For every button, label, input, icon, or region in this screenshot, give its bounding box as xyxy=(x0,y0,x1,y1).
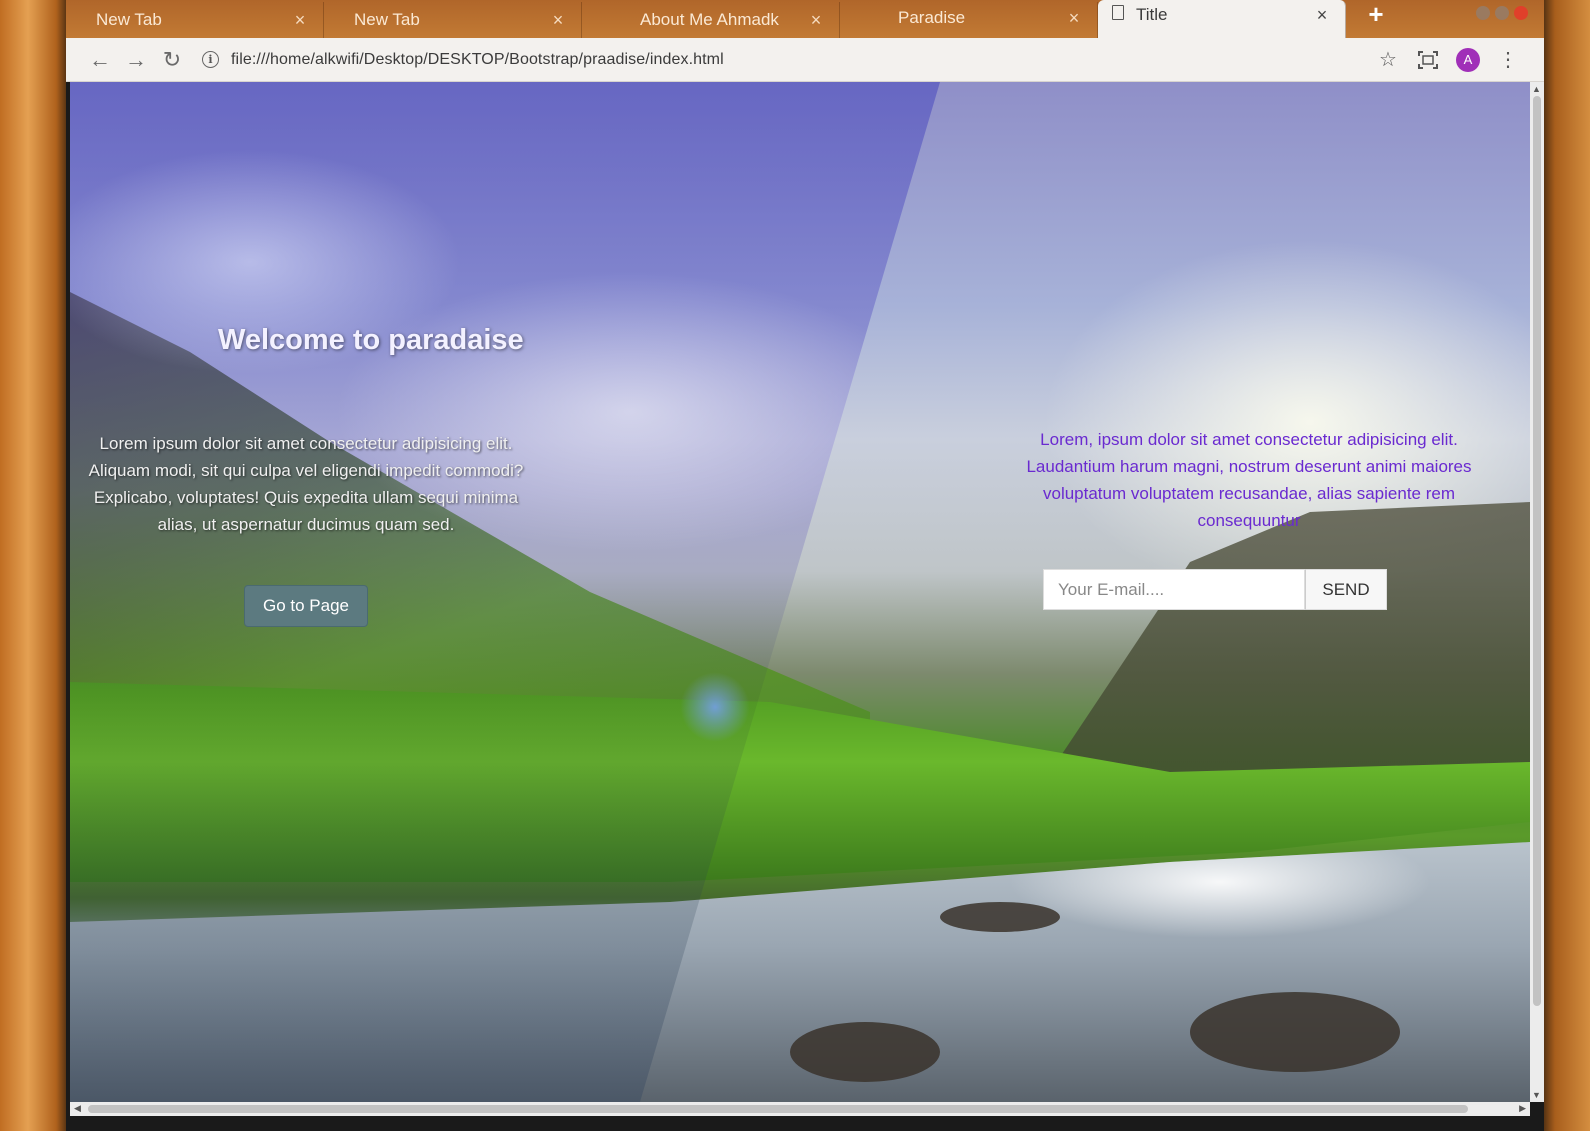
newsletter-paragraph: Lorem, ipsum dolor sit amet consectetur … xyxy=(1026,430,1472,530)
address-bar[interactable]: i file:///home/alkwifi/Desktop/DESKTOP/B… xyxy=(202,51,1368,69)
new-tab-button[interactable]: + xyxy=(1356,0,1396,29)
close-icon[interactable]: × xyxy=(549,10,567,31)
hero-paragraph: Lorem ipsum dolor sit amet consectetur a… xyxy=(88,434,524,534)
tab-about-me[interactable]: About Me Ahmadk × xyxy=(582,2,840,38)
tab-title-active[interactable]: Title × xyxy=(1098,0,1346,38)
email-field[interactable] xyxy=(1043,569,1305,610)
scroll-right-icon[interactable]: ▶ xyxy=(1519,1103,1526,1114)
maximize-icon[interactable] xyxy=(1495,6,1509,20)
scroll-down-icon[interactable]: ▼ xyxy=(1532,1090,1541,1100)
forward-arrow-icon[interactable]: → xyxy=(118,42,154,78)
avatar: A xyxy=(1456,47,1480,72)
page-viewport: Welcome to paradaise Lorem ipsum dolor s… xyxy=(70,82,1530,1102)
minimize-icon[interactable] xyxy=(1476,6,1490,20)
reload-icon[interactable]: ↻ xyxy=(154,42,190,78)
tab-paradise[interactable]: Paradise × xyxy=(840,2,1098,38)
background-rock xyxy=(940,902,1060,932)
url-text[interactable]: file:///home/alkwifi/Desktop/DESKTOP/Boo… xyxy=(231,51,724,69)
tab-strip: New Tab × New Tab × About Me Ahmadk × Pa… xyxy=(66,0,1544,38)
profile-button[interactable]: A xyxy=(1448,42,1488,78)
tab-title: New Tab xyxy=(354,10,420,29)
star-icon[interactable]: ☆ xyxy=(1368,42,1408,78)
tab-title: Title xyxy=(1136,5,1168,24)
scroll-left-icon[interactable]: ◀ xyxy=(74,1103,81,1114)
window-close-icon[interactable] xyxy=(1514,6,1528,20)
lens-flare xyxy=(680,672,750,742)
horizontal-scrollbar[interactable]: ◀ ▶ xyxy=(70,1102,1530,1116)
email-form: SEND xyxy=(1043,569,1387,610)
document-icon xyxy=(1112,5,1124,20)
send-button[interactable]: SEND xyxy=(1305,569,1387,610)
background-rock xyxy=(790,1022,940,1082)
tab-new-tab-1[interactable]: New Tab × xyxy=(66,2,324,38)
close-icon[interactable]: × xyxy=(807,10,825,31)
window-controls xyxy=(1476,6,1528,20)
background-mountain-right xyxy=(1030,502,1530,802)
back-arrow-icon[interactable]: ← xyxy=(82,42,118,78)
horizontal-scroll-thumb[interactable] xyxy=(88,1105,1468,1113)
close-icon[interactable]: × xyxy=(1065,8,1083,29)
vertical-scrollbar[interactable]: ▲ ▼ xyxy=(1530,82,1544,1102)
kebab-menu-icon[interactable]: ⋮ xyxy=(1488,42,1528,78)
tab-title: About Me Ahmadk xyxy=(640,10,779,29)
vertical-scroll-thumb[interactable] xyxy=(1533,96,1541,1006)
go-to-page-button[interactable]: Go to Page xyxy=(244,585,368,627)
tab-title: New Tab xyxy=(96,10,162,29)
capture-icon[interactable] xyxy=(1408,42,1448,78)
monitor-bezel-right xyxy=(1540,0,1590,1131)
browser-window: New Tab × New Tab × About Me Ahmadk × Pa… xyxy=(66,0,1544,1131)
tab-new-tab-2[interactable]: New Tab × xyxy=(324,2,582,38)
monitor-bezel-left xyxy=(0,0,70,1131)
browser-toolbar: ← → ↻ i file:///home/alkwifi/Desktop/DES… xyxy=(66,38,1544,82)
info-icon[interactable]: i xyxy=(202,51,219,68)
close-icon[interactable]: × xyxy=(291,10,309,31)
scroll-up-icon[interactable]: ▲ xyxy=(1532,84,1541,94)
hero-title: Welcome to paradaise xyxy=(218,324,524,356)
background-rock xyxy=(1190,992,1400,1072)
tab-title: Paradise xyxy=(898,8,966,27)
close-icon[interactable]: × xyxy=(1313,5,1331,26)
